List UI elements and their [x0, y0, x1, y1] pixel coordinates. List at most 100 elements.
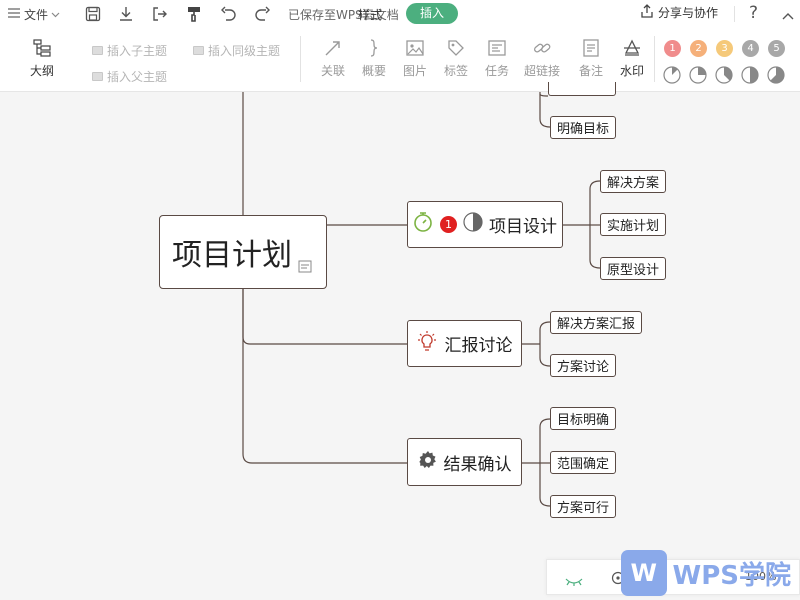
divider	[734, 6, 735, 22]
insert-sibling-button[interactable]: 插入同级主题	[193, 42, 280, 59]
insert-sibling-label: 插入同级主题	[208, 44, 281, 58]
note-icon	[583, 39, 599, 57]
branch-label: 项目设计	[489, 217, 557, 237]
mindmap-leaf[interactable]: 目标明确	[550, 407, 617, 430]
summary-icon	[370, 39, 378, 57]
insert-parent-button[interactable]: 插入父主题	[92, 68, 167, 85]
note-icon[interactable]	[298, 246, 312, 281]
menu-icon	[8, 7, 20, 21]
wps-logo-icon: W	[621, 550, 667, 596]
divider	[654, 36, 655, 82]
tool-link-label: 超链接	[523, 64, 560, 78]
share-button[interactable]: 分享与协作	[640, 4, 718, 21]
connector-lines	[242, 92, 601, 507]
mindmap-leaf[interactable]: 解决方案汇报	[550, 311, 643, 334]
progress-3-icon[interactable]	[715, 66, 733, 84]
share-icon	[640, 4, 654, 21]
download-icon[interactable]	[118, 6, 134, 26]
mindmap-leaf[interactable]: 明确目标	[550, 116, 617, 139]
progress-5-icon[interactable]	[767, 66, 785, 84]
save-icon[interactable]	[85, 6, 101, 26]
tool-relation-label: 关联	[320, 64, 345, 78]
mindmap-branch-report[interactable]: 汇报讨论	[407, 320, 522, 367]
tool-note-label: 备注	[578, 64, 603, 78]
chevron-down-icon	[51, 7, 60, 21]
watermark-icon	[624, 39, 640, 56]
mindmap-canvas[interactable]: 明确目标 项目计划 1 项目设计 解决方案 实施计划 原型设计 汇报讨论 解决方…	[0, 82, 800, 600]
gear-icon	[418, 450, 438, 475]
hide-icon[interactable]	[565, 572, 583, 591]
tab-style[interactable]: 样式	[358, 6, 382, 23]
tool-summary-label: 概要	[361, 64, 386, 78]
tool-watermark[interactable]: 水印	[612, 38, 652, 79]
mindmap-leaf[interactable]: 原型设计	[600, 257, 667, 280]
mindmap-leaf-partial[interactable]	[548, 82, 616, 96]
redo-icon[interactable]	[254, 6, 271, 26]
mindmap-leaf[interactable]: 方案讨论	[550, 354, 617, 377]
tab-insert[interactable]: 插入	[406, 3, 458, 24]
chevron-up-icon[interactable]	[782, 7, 794, 26]
tool-tag[interactable]: 标签	[436, 38, 476, 79]
priority-1-button[interactable]: 1	[664, 40, 681, 57]
top-bar: 文件 已保存至WPS云文档 样式 插入 分享与协作 ?	[0, 0, 800, 28]
tool-tag-label: 标签	[443, 64, 468, 78]
outline-button[interactable]: 大纲	[22, 38, 62, 79]
help-icon[interactable]: ?	[749, 3, 758, 23]
outline-label: 大纲	[29, 64, 54, 78]
mindmap-leaf[interactable]: 实施计划	[600, 213, 667, 236]
progress-2-icon[interactable]	[689, 66, 707, 84]
format-painter-icon[interactable]	[187, 6, 201, 26]
timer-icon	[413, 211, 433, 238]
ribbon-toolbar: 大纲 插入子主题 插入同级主题 插入父主题 关联 概要 图片 标签 任务 超链接…	[0, 28, 800, 92]
relation-icon	[325, 41, 340, 56]
tool-note[interactable]: 备注	[571, 38, 611, 79]
insert-child-label: 插入子主题	[107, 44, 168, 58]
tool-task[interactable]: 任务	[477, 38, 517, 79]
insert-child-button[interactable]: 插入子主题	[92, 42, 167, 59]
mindmap-leaf[interactable]: 方案可行	[550, 495, 617, 518]
tool-task-label: 任务	[484, 64, 509, 78]
tool-image-label: 图片	[402, 64, 427, 78]
insert-parent-icon	[92, 72, 103, 81]
divider	[300, 36, 301, 82]
progress-icon	[463, 212, 483, 237]
link-icon	[534, 43, 551, 53]
tool-summary[interactable]: 概要	[354, 38, 394, 79]
priority-4-button[interactable]: 4	[742, 40, 759, 57]
tool-image[interactable]: 图片	[395, 38, 435, 79]
lightbulb-icon	[417, 330, 437, 357]
branch-label: 汇报讨论	[444, 336, 513, 356]
root-label: 项目计划	[172, 238, 292, 273]
insert-parent-label: 插入父主题	[107, 70, 168, 84]
mindmap-root[interactable]: 项目计划	[159, 215, 327, 289]
file-menu[interactable]: 文件	[8, 4, 60, 24]
image-icon	[406, 40, 424, 56]
mindmap-branch-design[interactable]: 1 项目设计	[407, 201, 563, 248]
wps-logo-text: WPS学院	[672, 560, 791, 591]
file-menu-label: 文件	[24, 7, 49, 22]
wps-academy-logo: W WPS学院	[621, 550, 791, 596]
priority-5-button[interactable]: 5	[768, 40, 785, 57]
export-icon[interactable]	[152, 6, 168, 26]
undo-icon[interactable]	[220, 6, 237, 26]
tag-icon	[448, 40, 464, 56]
task-icon	[488, 40, 506, 56]
priority-3-button[interactable]: 3	[716, 40, 733, 57]
progress-1-icon[interactable]	[663, 66, 681, 84]
mindmap-branch-confirm[interactable]: 结果确认	[407, 438, 522, 486]
save-status: 已保存至WPS云文档	[288, 6, 399, 23]
insert-child-icon	[92, 46, 103, 55]
mindmap-leaf[interactable]: 范围确定	[550, 451, 617, 474]
branch-label: 结果确认	[443, 454, 512, 475]
tool-relation[interactable]: 关联	[313, 38, 353, 79]
share-label: 分享与协作	[658, 6, 719, 20]
progress-4-icon[interactable]	[741, 66, 759, 84]
mindmap-leaf[interactable]: 解决方案	[600, 170, 667, 193]
tool-watermark-label: 水印	[619, 64, 644, 78]
priority-badge: 1	[440, 216, 457, 233]
insert-sibling-icon	[193, 46, 204, 55]
priority-2-button[interactable]: 2	[690, 40, 707, 57]
outline-icon	[33, 39, 51, 57]
tool-link[interactable]: 超链接	[522, 38, 562, 79]
save-status-text: 已保存至WPS云文档	[288, 8, 399, 22]
